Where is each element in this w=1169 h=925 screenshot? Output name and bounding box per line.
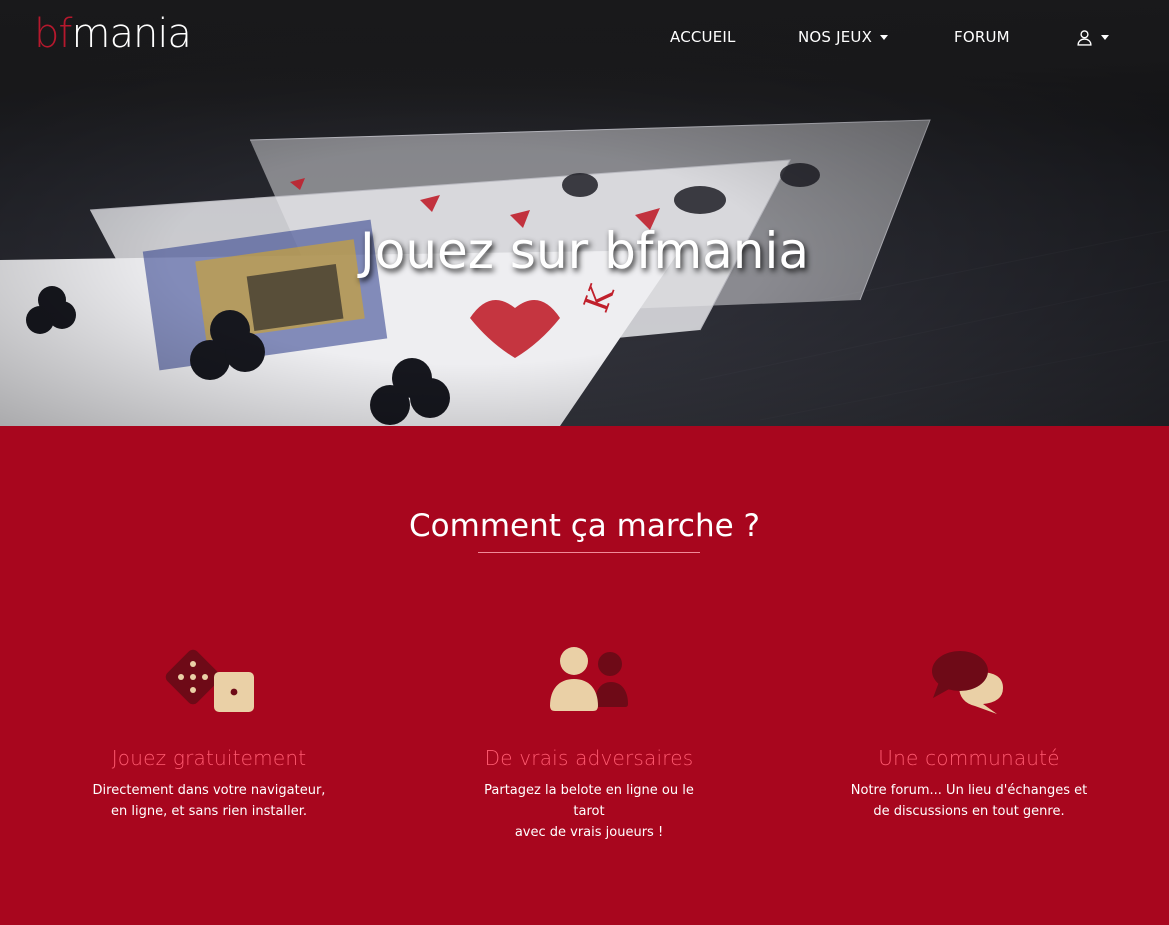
dice-icon: [164, 646, 254, 718]
nav-item-forum[interactable]: FORUM: [954, 27, 1010, 47]
feature-title: Une communauté: [878, 746, 1060, 770]
user-menu-dropdown[interactable]: [1076, 27, 1109, 47]
nav-item-label: FORUM: [954, 28, 1010, 46]
feature-real-opponents: De vrais adversaires Partagez la belote …: [439, 646, 739, 843]
nav-item-nos-jeux-dropdown[interactable]: NOS JEUX: [798, 27, 889, 47]
nav-item-label: NOS JEUX: [798, 28, 873, 46]
feature-title: De vrais adversaires: [484, 746, 694, 770]
feature-description-line: de discussions en tout genre.: [873, 804, 1065, 819]
section-title-underline: [478, 552, 700, 553]
comments-icon: [931, 646, 1007, 718]
feature-play-free: Jouez gratuitement Directement dans votr…: [59, 646, 359, 822]
hero-title: Jouez sur bfmania: [359, 222, 810, 280]
feature-description-line: Partagez la belote en ligne ou le tarot: [484, 783, 694, 819]
feature-community: Une communauté Notre forum... Un lieu d'…: [819, 646, 1119, 822]
nav-item-label: ACCUEIL: [670, 28, 736, 46]
section-title: Comment ça marche ?: [409, 508, 760, 544]
how-it-works-section: Comment ça marche ? Jouez gratuitement D…: [0, 426, 1169, 925]
feature-description: Notre forum... Un lieu d'échanges et de …: [849, 780, 1089, 822]
nav-item-accueil[interactable]: ACCUEIL: [670, 27, 736, 47]
feature-description-line: en ligne, et sans rien installer.: [111, 804, 307, 819]
nav-menu: ACCUEIL NOS JEUX FORUM: [0, 0, 1169, 75]
feature-description: Directement dans votre navigateur, en li…: [89, 780, 329, 822]
feature-description: Partagez la belote en ligne ou le tarot …: [469, 780, 709, 843]
user-icon: [1077, 29, 1092, 46]
top-navbar: bf mania ACCUEIL NOS JEUX FORUM: [0, 0, 1169, 75]
users-icon: [547, 646, 631, 718]
feature-description-line: Directement dans votre navigateur,: [92, 783, 326, 798]
chevron-down-icon: [880, 34, 889, 40]
feature-description-line: Notre forum... Un lieu d'échanges et: [850, 783, 1088, 798]
feature-title: Jouez gratuitement: [111, 746, 307, 770]
chevron-down-icon: [1101, 34, 1109, 40]
feature-description-line: avec de vrais joueurs !: [514, 825, 664, 840]
